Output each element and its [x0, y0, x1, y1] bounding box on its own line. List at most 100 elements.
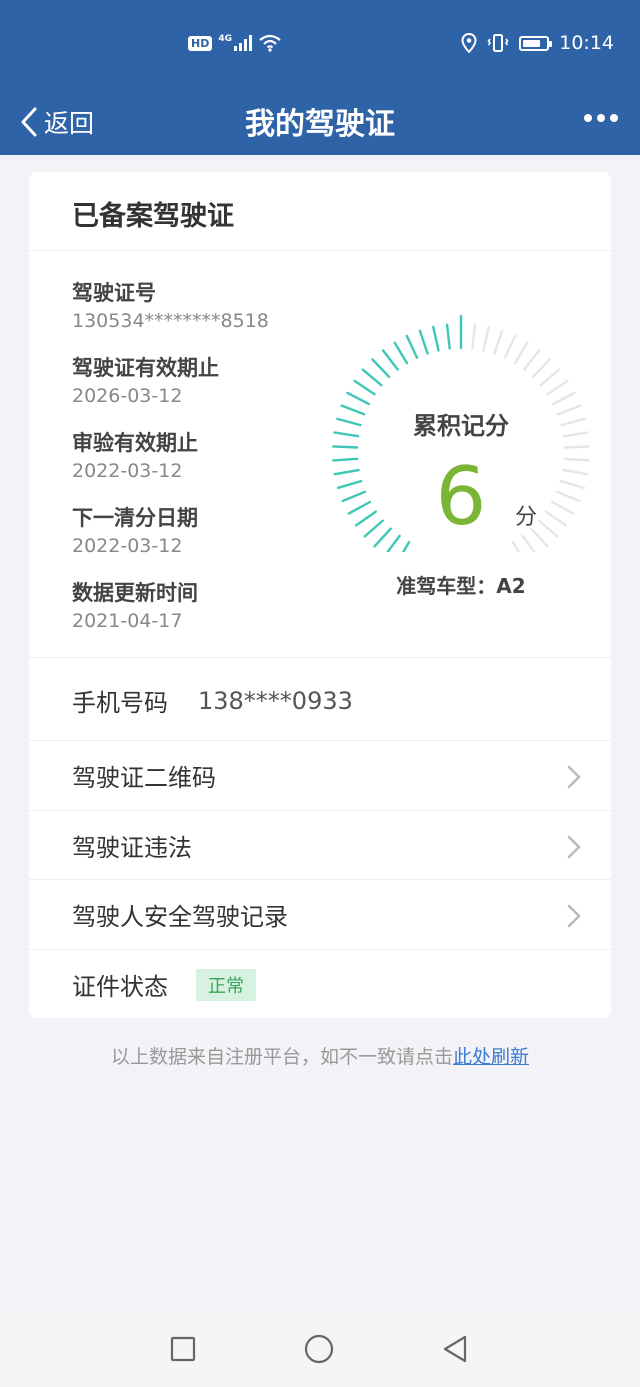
gauge-tick [471, 323, 477, 350]
phone-value: 138****0933 [198, 686, 353, 715]
license-qrcode-row[interactable]: 驾驶证二维码 [29, 741, 611, 810]
system-nav-bar [0, 1312, 640, 1387]
vehicle-type-line: 准驾车型：A2 [326, 570, 596, 599]
gauge-tick-active [354, 510, 377, 527]
info-value: 2022-03-12 [72, 535, 183, 557]
gauge-tick [562, 468, 589, 476]
vibrate-icon [487, 34, 509, 52]
info-label: 审验有效期止 [72, 431, 198, 455]
footnote-text: 以上数据来自注册平台，如不一致请点击 [110, 1046, 453, 1068]
gauge-tick [563, 445, 591, 449]
gauge-tick-active [371, 358, 391, 379]
row-label: 驾驶人安全驾驶记录 [72, 903, 288, 931]
gauge-tick-active [373, 527, 392, 548]
license-violations-row[interactable]: 驾驶证违法 [29, 811, 611, 880]
gauge-tick [544, 510, 568, 527]
location-icon [461, 33, 477, 53]
divider [29, 250, 611, 251]
gauge-tick-active [381, 349, 399, 371]
info-license-expiry: 驾驶证有效期止 2026-03-12 [72, 352, 332, 427]
gauge-tick-active [353, 379, 376, 396]
gauge-tick [539, 368, 561, 387]
signal-icon [234, 35, 252, 51]
vehicle-type-value: A2 [496, 574, 526, 598]
gauge-tick-active [347, 500, 371, 515]
gauge-tick-active [331, 445, 359, 449]
row-label: 驾驶证二维码 [72, 764, 216, 792]
network-type: 4G [218, 34, 232, 44]
card-title: 已备案驾驶证 [72, 201, 234, 232]
safe-driving-record-row[interactable]: 驾驶人安全驾驶记录 [29, 880, 611, 949]
phone-row: 手机号码 138****0933 [29, 666, 611, 735]
license-info: 驾驶证号 130534********8518 驾驶证有效期止 2026-03-… [72, 277, 332, 652]
gauge-tick-active [333, 431, 360, 438]
gauge-tick-active [346, 391, 370, 406]
info-value: 2026-03-12 [72, 385, 183, 407]
gauge-tick [550, 500, 575, 515]
gauge-tick-active [393, 341, 409, 365]
score-unit: 分 [515, 505, 537, 530]
status-left-icons: HD 4G [188, 34, 282, 52]
info-label: 下一清分日期 [72, 506, 198, 530]
gauge-tick-active [386, 534, 401, 552]
status-bar: HD 4G 10:14 [0, 0, 640, 92]
wifi-icon [259, 34, 281, 52]
status-badge: 正常 [196, 968, 256, 1001]
gauge-tick [493, 329, 504, 355]
row-label: 驾驶证违法 [72, 834, 192, 862]
gauge-tick-active [445, 323, 451, 350]
info-value: 130534********8518 [72, 310, 269, 332]
vehicle-type-label: 准驾车型： [396, 574, 497, 598]
gauge-tick [562, 431, 589, 438]
gauge-tick [531, 358, 551, 379]
refresh-link[interactable]: 此处刷新 [453, 1046, 529, 1068]
info-label: 数据更新时间 [72, 581, 198, 605]
battery-icon [519, 35, 553, 51]
gauge-tick-active [336, 479, 363, 490]
more-icon[interactable] [584, 114, 618, 122]
gauge-tick [523, 349, 541, 371]
clock: 10:14 [559, 32, 614, 54]
gauge-tick [521, 534, 536, 552]
gauge-tick-active [333, 468, 360, 476]
chevron-right-icon [567, 904, 581, 928]
chevron-right-icon [567, 835, 581, 859]
info-review-expiry: 审验有效期止 2022-03-12 [72, 427, 332, 502]
divider [29, 657, 611, 658]
gauge-tick-active [336, 417, 362, 427]
score-gauge: 累积记分 6 分 [331, 314, 591, 552]
home-icon[interactable] [304, 1334, 334, 1364]
info-license-number: 驾驶证号 130534********8518 [72, 277, 332, 352]
info-value: 2021-04-17 [72, 610, 183, 632]
gauge-tick [559, 479, 586, 490]
gauge-tick-active [401, 540, 411, 552]
gauge-tick [560, 417, 586, 427]
chevron-right-icon [567, 765, 581, 789]
gauge-tick [513, 341, 529, 365]
info-label: 驾驶证号 [72, 281, 156, 305]
status-label: 证件状态 [72, 973, 168, 1001]
gauge-tick [551, 391, 576, 406]
gauge-tick-active [418, 329, 429, 355]
license-status-row: 证件状态 正常 [29, 950, 611, 1019]
gauge-tick [546, 379, 569, 396]
gauge-tick [503, 334, 517, 359]
gauge-tick [511, 540, 521, 552]
gauge-tick-active [332, 457, 359, 462]
gauge-tick [530, 527, 549, 548]
battery-fill [523, 39, 540, 47]
gauge-tick [537, 519, 559, 538]
gauge-tick-active [361, 368, 383, 387]
status-right-icons: 10:14 [461, 32, 614, 54]
back-nav-icon[interactable] [441, 1334, 469, 1364]
gauge-title: 累积记分 [413, 412, 509, 440]
recents-icon[interactable] [170, 1336, 196, 1362]
license-card: 已备案驾驶证 驾驶证号 130534********8518 驾驶证有效期止 2… [29, 172, 611, 1018]
nav-bar: 返回 我的驾驶证 [0, 92, 640, 155]
gauge-tick-active [341, 490, 367, 503]
gauge-tick [563, 457, 590, 462]
info-next-clear-date: 下一清分日期 2022-03-12 [72, 502, 332, 577]
page-title: 我的驾驶证 [245, 107, 395, 142]
hd-icon: HD [188, 35, 213, 51]
score-value: 6 [436, 450, 487, 543]
